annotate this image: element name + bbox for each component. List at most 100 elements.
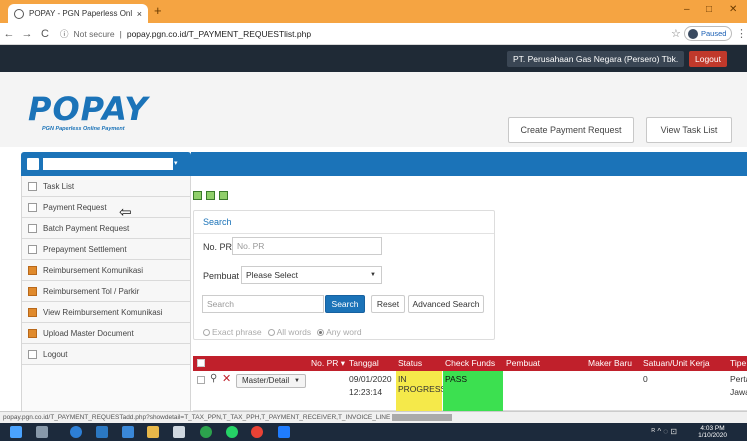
advanced-search-button[interactable]: Advanced Search — [408, 295, 484, 313]
search-panel-title: Search — [203, 217, 232, 227]
radio-dot — [267, 328, 275, 336]
view-icon[interactable]: ⚲ — [210, 373, 217, 384]
forward-icon[interactable]: → — [18, 28, 36, 40]
chevron-down-icon: ▼ — [294, 378, 300, 384]
logout-button[interactable]: Logout — [689, 51, 727, 67]
document-icon — [28, 223, 37, 233]
user-menu[interactable]: ▾ — [21, 152, 191, 176]
radio-exact-phrase[interactable]: Exact phrase — [203, 327, 262, 337]
system-tray[interactable]: ᴿ ^ ◌ ⊡ — [652, 427, 678, 436]
maximize-icon[interactable]: □ — [706, 4, 712, 15]
app-icon[interactable] — [122, 426, 134, 438]
document-icon — [28, 181, 37, 191]
radio-any-word[interactable]: Any word — [317, 327, 362, 337]
content-header-band — [191, 152, 747, 176]
security-label: Not secure — [73, 29, 115, 39]
pembuat-select[interactable]: Please Select ▼ — [241, 266, 382, 284]
url-field[interactable]: ⓘ Not secure | popay.pgn.co.id/T_PAYMENT… — [60, 26, 660, 42]
store-icon[interactable] — [96, 426, 108, 438]
info-icon[interactable]: ⓘ — [60, 28, 69, 40]
messenger-icon[interactable] — [200, 426, 212, 438]
logo-subtitle: PGN Paperless Online Payment — [42, 126, 125, 132]
check-funds-text: PASS — [445, 374, 468, 384]
sidebar-item-label: Payment Request — [43, 202, 107, 212]
bookmark-star-icon[interactable]: ☆ — [671, 27, 681, 40]
col-no-pr[interactable]: No. PR ▾ — [311, 358, 345, 369]
col-pembuat[interactable]: Pembuat — [506, 358, 540, 368]
search-button[interactable]: Search — [325, 295, 365, 313]
clock-time: 4:03 PM — [700, 425, 725, 432]
col-status[interactable]: Status — [398, 358, 422, 368]
master-detail-dropdown[interactable]: Master/Detail ▼ — [236, 374, 306, 388]
create-payment-request-button[interactable]: Create Payment Request — [508, 117, 634, 143]
sidebar-item-reimbursement-tol-parkir[interactable]: Reimbursement Tol / Parkir — [22, 281, 190, 302]
chevron-down-icon[interactable]: ▾ — [174, 159, 178, 167]
export-excel-icon[interactable] — [193, 191, 202, 200]
task-view-icon[interactable] — [36, 426, 48, 438]
tipe-cell-line1: Pertan — [730, 374, 747, 384]
sidebar-item-prepayment-settlement[interactable]: Prepayment Settlement — [22, 239, 190, 260]
export-toolbar — [193, 191, 228, 200]
sidebar-item-label: Task List — [43, 181, 75, 191]
export-csv-icon[interactable] — [219, 191, 228, 200]
col-maker-baru[interactable]: Maker Baru — [588, 358, 632, 368]
mail-icon[interactable] — [173, 426, 185, 438]
address-bar: ← → C ⓘ Not secure | popay.pgn.co.id/T_P… — [0, 23, 747, 45]
browser-menu-icon[interactable]: ⋮ — [736, 27, 747, 40]
tanggal-time: 12:23:14 — [349, 387, 383, 397]
col-check-funds[interactable]: Check Funds — [445, 358, 495, 368]
link-preview-highlight — [392, 413, 453, 421]
status-text-line2: PROGRESS — [398, 384, 447, 394]
radio-dot-selected — [317, 328, 325, 336]
tab-close-icon[interactable]: × — [137, 9, 142, 19]
file-explorer-icon[interactable] — [147, 426, 159, 438]
col-tanggal[interactable]: Tanggal — [349, 358, 379, 368]
sidebar-item-reimbursement-komunikasi[interactable]: Reimbursement Komunikasi — [22, 260, 190, 281]
browser-tab[interactable]: POPAY - PGN Paperless Online P... × — [8, 4, 148, 23]
search-panel: Search No. PR No. PR Pembuat Please Sele… — [193, 210, 495, 340]
profile-button[interactable]: Paused — [684, 26, 732, 41]
master-detail-label: Master/Detail — [242, 376, 290, 385]
delete-icon[interactable]: ✕ — [222, 372, 231, 385]
sidebar-item-label: Upload Master Document — [43, 328, 134, 338]
sidebar-item-label: Logout — [43, 349, 68, 359]
start-icon[interactable] — [10, 426, 22, 438]
sidebar-item-logout[interactable]: Logout — [22, 344, 190, 365]
link-preview-url: popay.pgn.co.id/T_PAYMENT_REQUESTadd.php… — [3, 414, 391, 421]
reset-button[interactable]: Reset — [371, 295, 405, 313]
popay-logo[interactable]: POPAY PGN Paperless Online Payment — [28, 90, 147, 140]
col-satuan-unit-kerja[interactable]: Satuan/Unit Kerja — [643, 358, 710, 368]
url-divider: | — [119, 29, 122, 39]
new-tab-icon[interactable]: + — [154, 4, 162, 18]
folder-icon — [28, 265, 37, 275]
no-pr-input[interactable]: No. PR — [232, 237, 382, 255]
window-close-icon[interactable]: ✕ — [729, 4, 737, 15]
radio-all-words[interactable]: All words — [267, 327, 312, 337]
minimize-icon[interactable]: – — [684, 4, 690, 15]
keyword-search-input[interactable]: Search — [202, 295, 324, 313]
table-row: ⚲ ✕ Master/Detail ▼ 09/01/2020 12:23:14 … — [193, 371, 747, 411]
reload-icon[interactable]: C — [36, 28, 54, 40]
sidebar-item-view-reimbursement-komunikasi[interactable]: View Reimbursement Komunikasi — [22, 302, 190, 323]
url-text: popay.pgn.co.id/T_PAYMENT_REQUESTlist.ph… — [126, 29, 312, 39]
app-icon-2[interactable] — [278, 426, 290, 438]
radio-label: All words — [276, 327, 312, 337]
sidebar-item-label: Batch Payment Request — [43, 223, 130, 233]
sidebar-item-upload-master-document[interactable]: Upload Master Document — [22, 323, 190, 344]
chrome-icon[interactable] — [251, 426, 263, 438]
col-tipe[interactable]: Tipe P — [730, 358, 747, 368]
sidebar-item-batch-payment-request[interactable]: Batch Payment Request — [22, 218, 190, 239]
back-icon[interactable]: ← — [0, 28, 18, 40]
whatsapp-icon[interactable] — [226, 426, 238, 438]
clock[interactable]: 4:03 PM 1/10/2020 — [698, 425, 727, 439]
select-all-checkbox[interactable] — [197, 359, 205, 367]
tab-title: POPAY - PGN Paperless Online P... — [29, 9, 132, 18]
view-task-list-button[interactable]: View Task List — [646, 117, 732, 143]
export-word-icon[interactable] — [206, 191, 215, 200]
tanggal-date: 09/01/2020 — [349, 374, 392, 384]
row-checkbox[interactable] — [197, 376, 205, 384]
sidebar-item-payment-request[interactable]: Payment Request — [22, 197, 190, 218]
sidebar-item-task-list[interactable]: Task List — [22, 176, 190, 197]
edge-icon[interactable] — [70, 426, 82, 438]
sidebar: Task List Payment Request Batch Payment … — [21, 176, 191, 411]
